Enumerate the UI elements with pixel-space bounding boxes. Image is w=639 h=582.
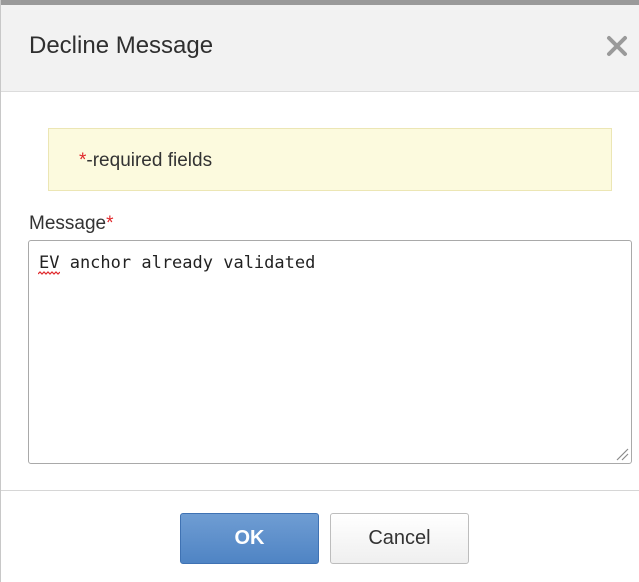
footer-divider — [1, 490, 639, 491]
message-textarea[interactable]: EV anchor already validated — [28, 240, 632, 464]
close-icon — [607, 36, 627, 56]
message-label-text: Message — [29, 213, 107, 234]
ok-button[interactable]: OK — [180, 513, 319, 564]
message-label: Message* — [29, 213, 114, 235]
required-fields-text: *-required fields — [79, 150, 212, 172]
required-fields-notice: *-required fields — [48, 128, 612, 191]
message-required-star: * — [106, 213, 114, 234]
dialog-header: Decline Message — [1, 5, 639, 92]
dialog-title: Decline Message — [29, 32, 214, 59]
decline-message-dialog: Decline Message *-required fields Messag… — [0, 0, 639, 582]
spellcheck-underline — [38, 271, 60, 275]
close-button[interactable] — [602, 31, 632, 61]
resize-grip-icon[interactable] — [613, 445, 629, 461]
cancel-button[interactable]: Cancel — [330, 513, 469, 564]
required-fields-label: -required fields — [86, 150, 213, 171]
